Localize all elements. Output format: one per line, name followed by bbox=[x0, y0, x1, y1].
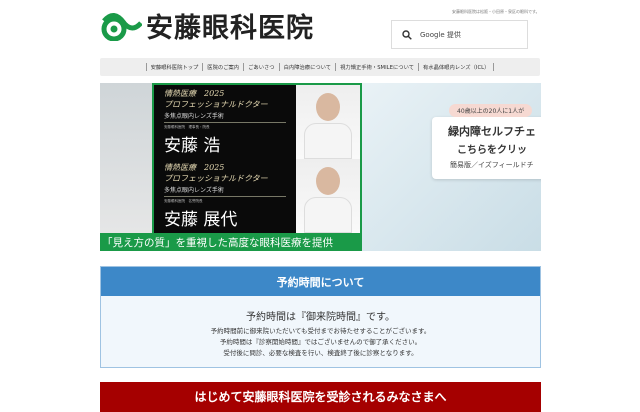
doctor-photo-1 bbox=[296, 85, 360, 159]
hero-slider[interactable]: 情熱医療 2025 プロフェッショナルドクター 多焦点眼内レンズ手術 安藤眼科医… bbox=[100, 83, 541, 251]
main-nav: 安藤眼科医院トップ 医院のご案内 ごあいさつ 白内障治療について 視力矯正手術・… bbox=[100, 58, 540, 76]
search-icon bbox=[402, 29, 412, 40]
doctor-role: 安藤眼科医院 名誉院長 bbox=[164, 199, 203, 203]
tagline: 安藤眼科医院は松阪・小田原・泉区の眼科です。 bbox=[452, 9, 540, 14]
appointment-info: 予約時間について 予約時間は『御来院時間』です。 予約時間前に御来院いただいても… bbox=[100, 266, 541, 368]
award-title: プロフェッショナルドクター bbox=[164, 174, 268, 183]
clinic-logo[interactable]: 安藤眼科医院 bbox=[100, 6, 314, 45]
doctor-photo-2 bbox=[296, 159, 360, 233]
award-field: 多焦点眼内レンズ手術 bbox=[164, 111, 286, 123]
award-year: 情熱医療 2025 bbox=[164, 89, 225, 98]
nav-cataract[interactable]: 白内障治療について bbox=[278, 63, 336, 71]
glaucoma-cta: こちらをクリッ bbox=[457, 145, 527, 156]
doctor-role: 安藤眼科医院 理事長・院長 bbox=[164, 125, 210, 129]
doctor-name: 安藤 浩 bbox=[164, 136, 221, 156]
award-field: 多焦点眼内レンズ手術 bbox=[164, 185, 286, 197]
nav-top[interactable]: 安藤眼科医院トップ bbox=[145, 63, 203, 71]
doctors-photo bbox=[100, 83, 152, 251]
glaucoma-note: 簡易版／イズフィールドチ bbox=[450, 161, 534, 169]
glaucoma-title: 緑内障セルフチェ bbox=[448, 125, 536, 138]
search-input[interactable]: Google 提供 bbox=[391, 20, 528, 49]
appointment-line: 受付後に問診、必要な検査を行い、検査終了後に診察となります。 bbox=[223, 349, 418, 357]
slide-doctors[interactable]: 情熱医療 2025 プロフェッショナルドクター 多焦点眼内レンズ手術 安藤眼科医… bbox=[100, 83, 362, 251]
nav-greeting[interactable]: ごあいさつ bbox=[243, 63, 279, 71]
first-visit-banner[interactable]: はじめて安藤眼科医院を受診されるみなさまへ bbox=[100, 382, 541, 412]
appointment-line: 予約時間は『診察開始時間』ではございませんので御了承ください。 bbox=[219, 338, 422, 346]
nav-smile[interactable]: 視力矯正手術・SMILEについて bbox=[335, 63, 418, 71]
nav-about[interactable]: 医院のご案内 bbox=[202, 63, 243, 71]
doctor-name: 安藤 展代 bbox=[164, 210, 238, 230]
glaucoma-card[interactable]: 緑内障セルフチェ こちらをクリッ 簡易版／イズフィールドチ bbox=[432, 117, 541, 179]
doctor-card-1: 情熱医療 2025 プロフェッショナルドクター 多焦点眼内レンズ手術 安藤眼科医… bbox=[154, 85, 296, 159]
nav-icl[interactable]: 有水晶体眼内レンズ（ICL） bbox=[418, 63, 495, 71]
search-placeholder: Google 提供 bbox=[420, 30, 461, 39]
appointment-main: 予約時間は『御来院時間』です。 bbox=[246, 312, 395, 323]
award-year: 情熱医療 2025 bbox=[164, 163, 225, 172]
appointment-heading: 予約時間について bbox=[101, 267, 540, 296]
logo-mark-icon bbox=[101, 12, 142, 41]
slide-glaucoma-check[interactable]: 緑内障セルフチェ こちらをクリッ 簡易版／イズフィールドチ 40歳以上の20人に… bbox=[362, 83, 541, 251]
glaucoma-pill: 40歳以上の20人に1人が bbox=[449, 104, 533, 117]
award-title: プロフェッショナルドクター bbox=[164, 100, 268, 109]
logo-text: 安藤眼科医院 bbox=[146, 13, 314, 44]
banner-caption: 「見え方の質」を重視した高度な眼科医療を提供 bbox=[100, 233, 362, 251]
appointment-line: 予約時間前に御来院いただいても受付までお待たせすることがございます。 bbox=[210, 327, 431, 335]
doctor-card-2: 情熱医療 2025 プロフェッショナルドクター 多焦点眼内レンズ手術 安藤眼科医… bbox=[154, 159, 296, 233]
